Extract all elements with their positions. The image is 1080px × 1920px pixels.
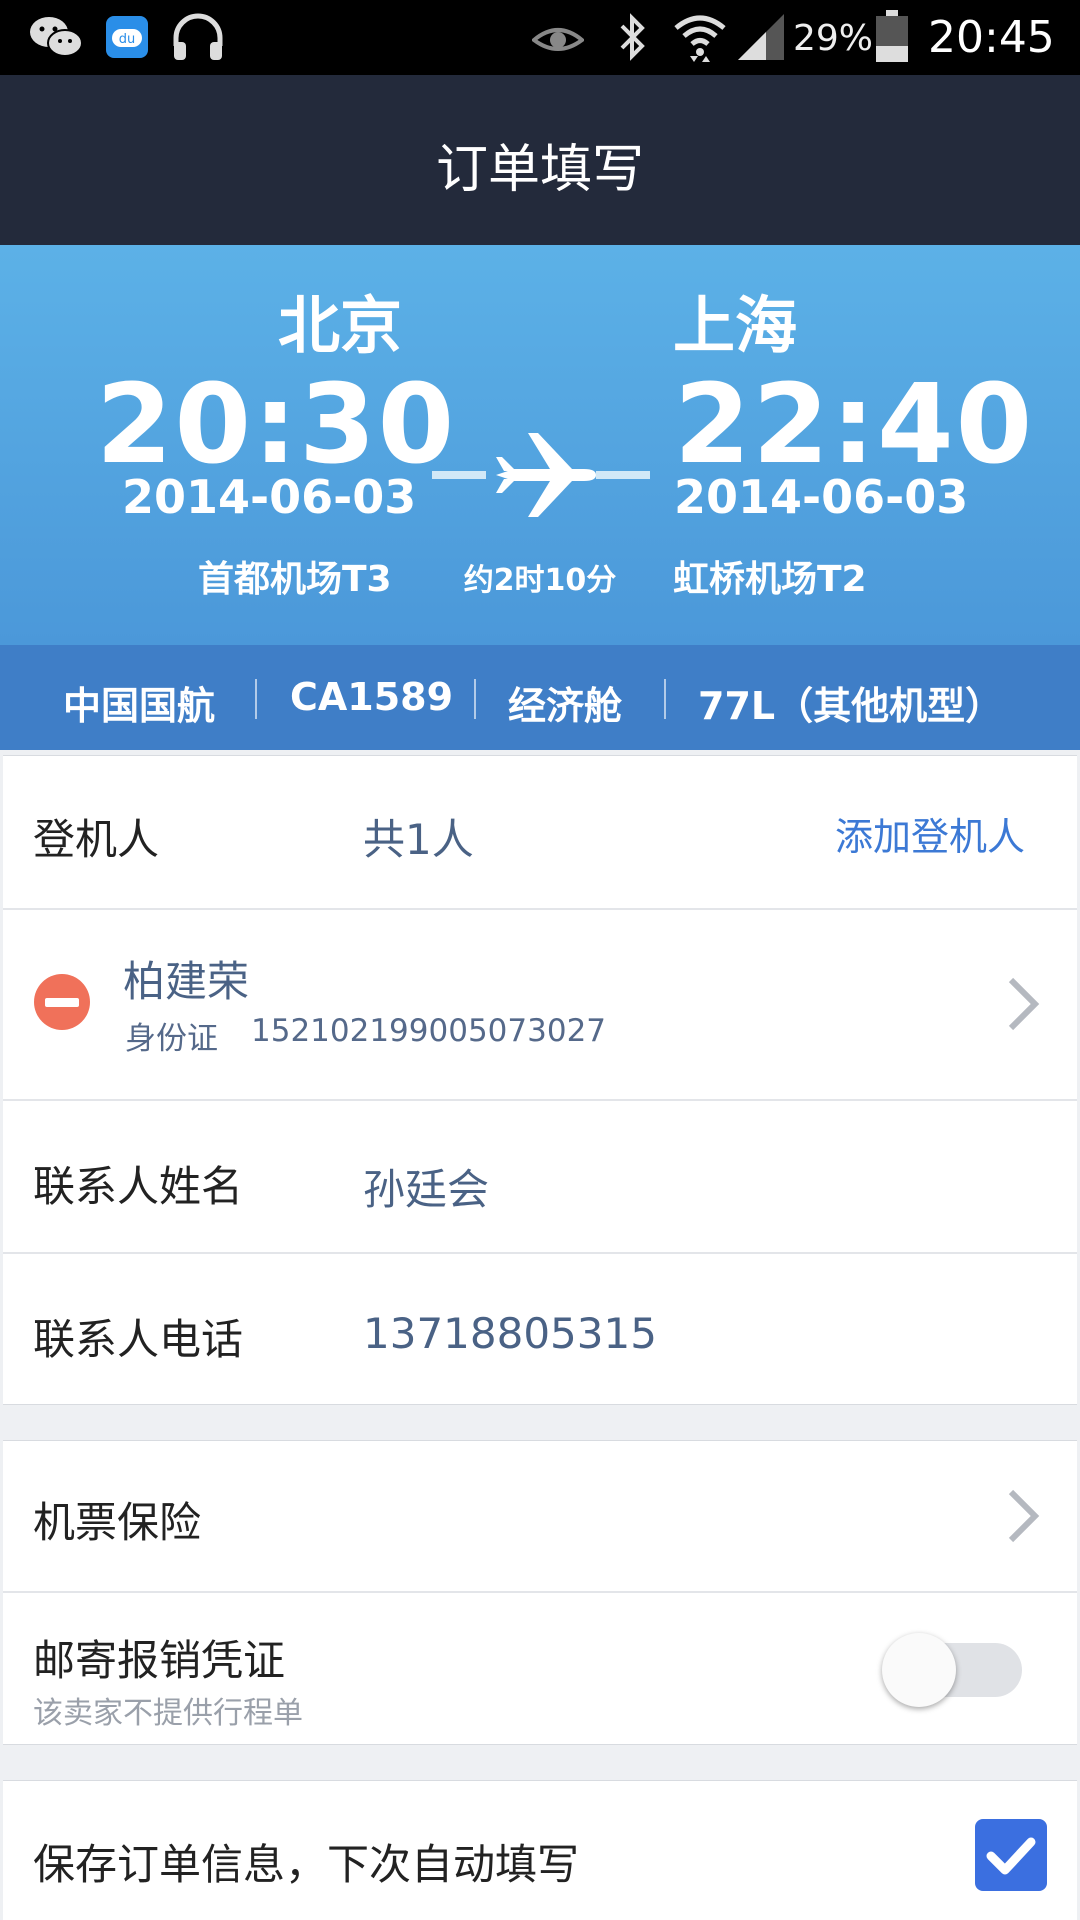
page-title: 订单填写 [435, 140, 644, 200]
departure-airport: 首都机场T3 [198, 559, 392, 600]
receipt-toggle[interactable] [882, 1631, 1032, 1707]
headphones-icon [173, 13, 223, 60]
add-passenger-button[interactable]: 添加登机人 [835, 806, 1025, 861]
chevron-right-icon [1008, 1489, 1040, 1543]
wechat-icon [30, 17, 83, 57]
flight-number: CA1589 [290, 675, 454, 719]
airplane-icon [432, 433, 650, 517]
flight-duration: 约2时10分 [463, 563, 617, 598]
passenger-count: 共1人 [363, 815, 474, 864]
arrival-time: 22:40 [674, 360, 1035, 488]
checkmark-icon [986, 1837, 1036, 1875]
clock: 20:45 [928, 12, 1055, 63]
divider [255, 679, 257, 719]
svg-text:du: du [119, 32, 136, 47]
receipt-row: 邮寄报销凭证 该卖家不提供行程单 [3, 1593, 1077, 1744]
eye-icon [532, 28, 584, 51]
contact-name-field[interactable]: 孙廷会 [363, 1156, 489, 1217]
departure-city: 北京 [278, 289, 403, 362]
baidu-app-icon: du [106, 16, 148, 58]
airline: 中国国航 [63, 684, 216, 728]
divider [664, 679, 666, 719]
battery-icon [876, 10, 908, 62]
flight-summary: 北京 20:30 2014-06-03 首都机场T3 约2时10分 上海 22:… [0, 245, 1080, 645]
insurance-row[interactable]: 机票保险 [3, 1441, 1077, 1591]
remove-passenger-icon[interactable] [33, 973, 91, 1031]
toggle-knob [882, 1633, 956, 1707]
arrival-airport: 虹桥机场T2 [673, 559, 867, 600]
save-order-label: 保存订单信息，下次自动填写 [33, 1840, 580, 1889]
receipt-label: 邮寄报销凭证 [33, 1636, 286, 1685]
divider [474, 679, 476, 719]
receipt-hint: 该卖家不提供行程单 [33, 1696, 303, 1731]
passenger-id-number: 152102199005073027 [251, 1013, 607, 1049]
arrival-city: 上海 [673, 289, 798, 362]
contact-name-row[interactable]: 联系人姓名 孙廷会 [3, 1101, 1077, 1252]
passenger-name: 柏建荣 [123, 957, 250, 1006]
passenger-item[interactable]: 柏建荣 身份证 152102199005073027 [3, 910, 1077, 1099]
contact-phone-label: 联系人电话 [33, 1315, 244, 1364]
battery-percent: 29% [793, 18, 874, 59]
contact-name-label: 联系人姓名 [33, 1162, 244, 1211]
save-order-card: 保存订单信息，下次自动填写 [3, 1780, 1077, 1920]
save-order-checkbox[interactable] [975, 1819, 1047, 1891]
aircraft-type: 77L（其他机型） [698, 684, 1004, 728]
save-order-row[interactable]: 保存订单信息，下次自动填写 [3, 1781, 1077, 1920]
cabin-class: 经济舱 [508, 684, 623, 728]
order-form-card: 登机人 共1人 添加登机人 柏建荣 身份证 152102199005073027… [3, 755, 1077, 1405]
passenger-header-row: 登机人 共1人 添加登机人 [3, 756, 1077, 908]
passenger-label: 登机人 [33, 815, 160, 864]
status-bar: du 29% 20:45 [0, 0, 1080, 75]
flight-info-bar: 中国国航 CA1589 经济舱 77L（其他机型） [0, 645, 1080, 750]
wifi-icon [674, 15, 726, 62]
arrival-date: 2014-06-03 [674, 470, 969, 524]
contact-phone-field[interactable]: 13718805315 [363, 1309, 657, 1358]
extras-card: 机票保险 邮寄报销凭证 该卖家不提供行程单 [3, 1440, 1077, 1745]
signal-icon [738, 14, 784, 60]
chevron-right-icon [1008, 977, 1040, 1031]
title-bar: 订单填写 [0, 75, 1080, 245]
contact-phone-row[interactable]: 联系人电话 13718805315 [3, 1254, 1077, 1404]
insurance-label: 机票保险 [33, 1498, 202, 1547]
departure-date: 2014-06-03 [122, 470, 417, 524]
bluetooth-icon [620, 13, 645, 61]
departure-time: 20:30 [96, 360, 457, 488]
passenger-id-type: 身份证 [125, 1021, 218, 1057]
